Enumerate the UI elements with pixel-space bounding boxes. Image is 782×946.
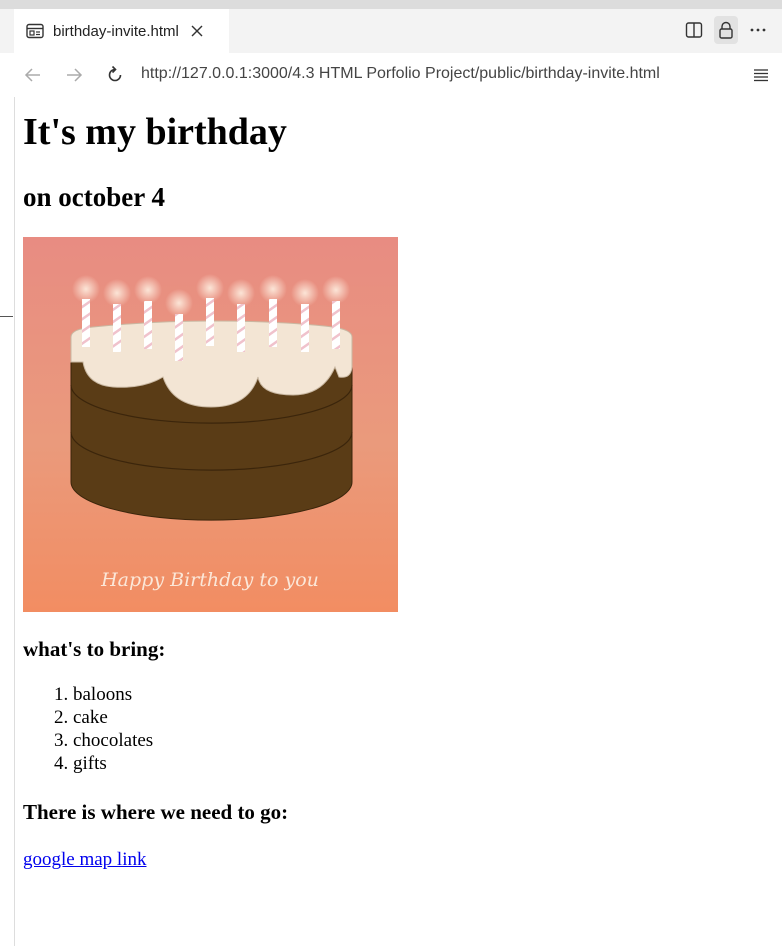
bring-list: baloons cake chocolates gifts	[23, 683, 763, 775]
tab-bar: birthday-invite.html	[0, 9, 782, 53]
url-field[interactable]: http://127.0.0.1:3000/4.3 HTML Porfolio …	[141, 65, 660, 83]
address-bar: http://127.0.0.1:3000/4.3 HTML Porfolio …	[0, 53, 782, 97]
more-options-icon[interactable]	[746, 16, 770, 44]
tab-title: birthday-invite.html	[53, 22, 179, 40]
refresh-icon[interactable]	[104, 64, 126, 86]
cake-caption: Happy Birthday to you	[100, 569, 319, 591]
forward-icon[interactable]	[63, 64, 85, 86]
edge-marker	[0, 316, 13, 317]
page-icon	[26, 23, 44, 39]
close-icon[interactable]	[189, 23, 205, 39]
list-item: chocolates	[73, 729, 763, 752]
split-screen-icon[interactable]	[682, 16, 706, 44]
list-item: gifts	[73, 752, 763, 775]
window-top-strip	[0, 0, 782, 9]
menu-icon[interactable]	[751, 65, 771, 85]
birthday-cake-image: Happy Birthday to you	[23, 237, 398, 612]
lock-icon[interactable]	[714, 16, 738, 44]
page-content: It's my birthday on october 4 Happy Birt…	[23, 97, 763, 871]
page-title: It's my birthday	[23, 111, 287, 153]
location-heading: There is where we need to go:	[23, 800, 289, 824]
map-link[interactable]: google map link	[23, 848, 146, 871]
browser-tab[interactable]: birthday-invite.html	[14, 9, 229, 53]
list-item: cake	[73, 706, 763, 729]
list-item: baloons	[73, 683, 763, 706]
bring-heading: what's to bring:	[23, 637, 166, 661]
event-date: on october 4	[23, 182, 165, 212]
tab-actions	[682, 16, 770, 44]
window-edge	[14, 97, 15, 946]
back-icon[interactable]	[22, 64, 44, 86]
